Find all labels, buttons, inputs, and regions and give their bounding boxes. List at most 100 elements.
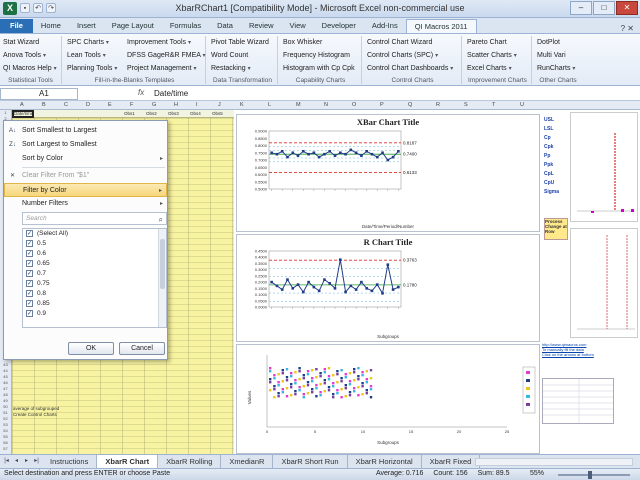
column-header[interactable]: N	[324, 101, 328, 110]
tab-home[interactable]: Home	[33, 19, 69, 33]
column-header[interactable]: H	[174, 101, 178, 110]
sheet-tab-xbarr-rolling[interactable]: XbarR Rolling	[158, 455, 222, 468]
zoom-level[interactable]: 55%	[530, 470, 544, 477]
column-header[interactable]: Q	[408, 101, 412, 110]
tab-insert[interactable]: Insert	[69, 19, 104, 33]
scrollbar-thumb[interactable]	[160, 239, 165, 289]
help-links[interactable]: http://www.qimacros.com To manually fill …	[542, 342, 640, 357]
checkbox[interactable]: ✓	[26, 270, 33, 277]
r-chart[interactable]: R Chart Title 0.4500 0.4000 0.3500 0.3000 0.…	[236, 234, 540, 342]
column-header[interactable]: U	[520, 101, 524, 110]
tab-page-layout[interactable]: Page Layout	[104, 19, 162, 33]
close-icon[interactable]: ✕	[616, 1, 638, 15]
tab-add-ins[interactable]: Add-Ins	[364, 19, 406, 33]
tab-qi-macros[interactable]: QI Macros 2011	[405, 19, 477, 33]
planning-tools-button[interactable]: Planning Tools ▾	[64, 62, 124, 75]
minimize-icon[interactable]: –	[570, 1, 592, 15]
frequency-histogram-button[interactable]: Frequency Histogram	[280, 49, 361, 62]
checkbox[interactable]: ✓	[26, 300, 33, 307]
filter-value-item[interactable]: ✓ 0.6	[23, 249, 166, 259]
checkbox[interactable]: ✓	[26, 290, 33, 297]
project-management-button[interactable]: Project Management ▾	[124, 62, 206, 75]
name-box[interactable]: A1	[0, 88, 78, 100]
subgroup-scatter-chart[interactable]: 0 5 10 15 20 25 Subgroups Values	[236, 344, 540, 454]
word-count-button[interactable]: Word Count	[208, 49, 277, 62]
filter-value-list[interactable]: ✓ (Select All) ✓ 0.5 ✓ 0.6 ✓ 0.65 ✓ 0.7 ✓ 0.75…	[22, 228, 167, 328]
distribution-panel[interactable]	[570, 228, 638, 338]
sort-by-color-item[interactable]: Sort by Color ▸	[4, 152, 167, 166]
autofilter-dropdown[interactable]: A↓ Sort Smallest to Largest Z↓ Sort Larges…	[3, 120, 168, 360]
improvement-tools-button[interactable]: Improvement Tools ▾	[124, 36, 206, 49]
column-header[interactable]: B	[42, 101, 46, 110]
column-header[interactable]: S	[464, 101, 468, 110]
dotplot-button[interactable]: DotPlot	[534, 36, 582, 49]
formula-input[interactable]: Date/time	[154, 88, 188, 99]
histogram-cp-cpk-button[interactable]: Histogram with Cp Cpk	[280, 62, 361, 75]
column-header[interactable]: E	[108, 101, 112, 110]
zoom-slider-knob[interactable]	[588, 471, 592, 479]
histogram-panel[interactable]	[570, 112, 638, 222]
filter-value-item[interactable]: ✓ 0.8	[23, 289, 166, 299]
filter-value-item[interactable]: ✓ 0.85	[23, 299, 166, 309]
filter-value-item[interactable]: ✓ 0.9	[23, 309, 166, 319]
column-header[interactable]: J	[218, 101, 221, 110]
pivot-table-wizard-button[interactable]: Pivot Table Wizard	[208, 36, 277, 49]
runcharts-button[interactable]: RunCharts ▾	[534, 62, 582, 75]
column-header[interactable]: O	[352, 101, 356, 110]
checkbox[interactable]: ✓	[26, 280, 33, 287]
column-header[interactable]: L	[268, 101, 271, 110]
lean-tools-button[interactable]: Lean Tools ▾	[64, 49, 124, 62]
sort-descending-item[interactable]: Z↓ Sort Largest to Smallest	[4, 138, 167, 152]
column-header[interactable]: M	[296, 101, 301, 110]
filter-by-color-item[interactable]: Filter by Color ▸	[4, 183, 167, 197]
tab-view[interactable]: View	[282, 19, 314, 33]
qi-macros-help-button[interactable]: QI Macros Help ▾	[0, 62, 61, 75]
ok-button[interactable]: OK	[68, 342, 114, 355]
xbar-chart[interactable]: XBar Chart Title 0.9000 0.8500 0.8000 0.750…	[236, 114, 540, 232]
column-header[interactable]: C	[64, 101, 68, 110]
control-chart-dashboards-button[interactable]: Control Chart Dashboards ▾	[364, 62, 461, 75]
column-header[interactable]: T	[492, 101, 495, 110]
spc-charts-button[interactable]: SPC Charts ▾	[64, 36, 124, 49]
first-sheet-icon[interactable]: |◂	[2, 457, 11, 466]
filter-search-input[interactable]: Search ⌕	[22, 212, 167, 225]
horizontal-scrollbar[interactable]	[475, 458, 633, 466]
column-header[interactable]: G	[152, 101, 156, 110]
checkbox[interactable]: ✓	[26, 260, 33, 267]
column-header[interactable]: K	[240, 101, 244, 110]
dfss-button[interactable]: DFSS GageR&R FMEA ▾	[124, 49, 206, 62]
column-header[interactable]: A	[20, 101, 24, 110]
sort-ascending-item[interactable]: A↓ Sort Smallest to Largest	[4, 124, 167, 138]
column-header[interactable]: R	[436, 101, 440, 110]
restacking-button[interactable]: Restacking ▾	[208, 62, 277, 75]
zoom-slider[interactable]	[558, 471, 630, 479]
sheet-tab-xbarr-short-run[interactable]: XbarR Short Run	[273, 455, 348, 468]
sheet-tab-instructions[interactable]: Instructions	[42, 455, 98, 468]
checkbox[interactable]: ✓	[26, 240, 33, 247]
row-header[interactable]: 57	[0, 446, 11, 452]
help-icon[interactable]: ? ✕	[621, 24, 640, 33]
filter-value-item[interactable]: ✓ 0.65	[23, 259, 166, 269]
maximize-icon[interactable]: □	[593, 1, 615, 15]
excel-charts-button[interactable]: Excel Charts ▾	[464, 62, 531, 75]
sheet-tab-xmedianr[interactable]: XmedianR	[221, 455, 274, 468]
pareto-chart-button[interactable]: Pareto Chart	[464, 36, 531, 49]
fx-icon[interactable]: fx	[138, 88, 144, 97]
tab-review[interactable]: Review	[241, 19, 282, 33]
tab-formulas[interactable]: Formulas	[162, 19, 209, 33]
filter-value-item[interactable]: ✓ 0.75	[23, 279, 166, 289]
tab-data[interactable]: Data	[209, 19, 241, 33]
tab-developer[interactable]: Developer	[314, 19, 364, 33]
list-scrollbar[interactable]	[158, 229, 166, 327]
control-charts-spc-button[interactable]: Control Charts (SPC) ▾	[364, 49, 461, 62]
scatter-charts-button[interactable]: Scatter Charts ▾	[464, 49, 531, 62]
checkbox[interactable]: ✓	[26, 250, 33, 257]
anova-tools-button[interactable]: Anova Tools ▾	[0, 49, 61, 62]
filter-value-item[interactable]: ✓ 0.5	[23, 239, 166, 249]
control-chart-wizard-button[interactable]: Control Chart Wizard	[364, 36, 461, 49]
next-sheet-icon[interactable]: ▸	[22, 457, 31, 466]
stat-wizard-button[interactable]: Stat Wizard	[0, 36, 61, 49]
checkbox[interactable]: ✓	[26, 310, 33, 317]
checkbox[interactable]: ✓	[26, 230, 33, 237]
tab-file[interactable]: File	[0, 19, 33, 33]
